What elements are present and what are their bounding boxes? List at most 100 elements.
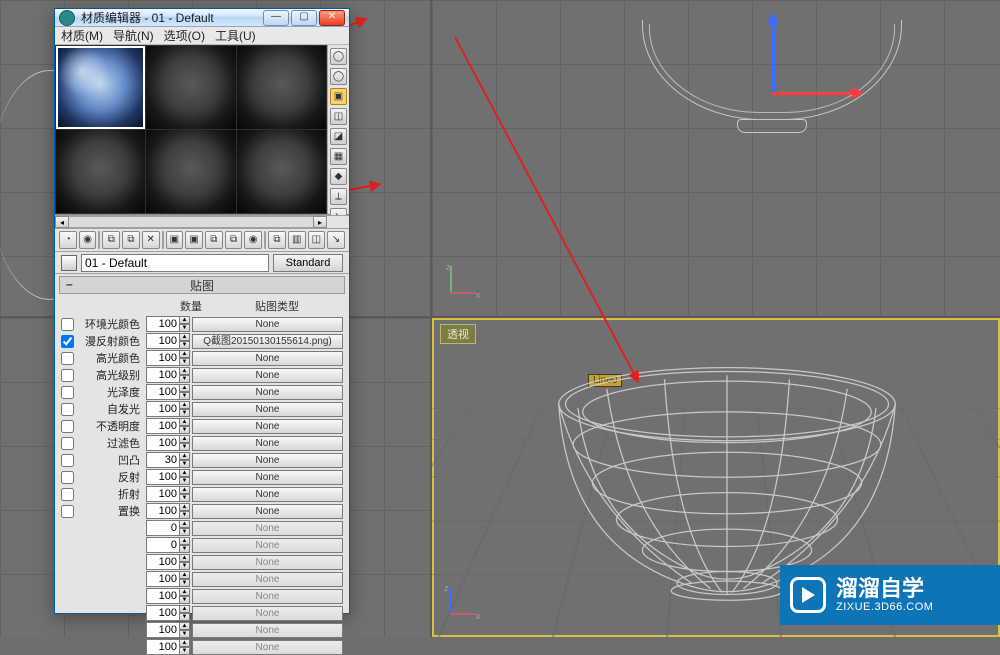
map-slot-button[interactable]: None xyxy=(192,385,343,400)
map-slot-button[interactable]: None xyxy=(192,470,343,485)
map-checkbox[interactable] xyxy=(61,318,74,331)
spin-down[interactable]: ▼ xyxy=(180,443,190,451)
spin-down[interactable]: ▼ xyxy=(180,596,190,604)
spin-up[interactable]: ▲ xyxy=(180,435,190,443)
map-amount-spinner[interactable]: ▲▼ xyxy=(146,435,190,451)
map-amount-input[interactable] xyxy=(146,367,180,383)
pick-material-icon[interactable] xyxy=(61,255,77,271)
map-amount-input[interactable] xyxy=(146,605,180,621)
spin-down[interactable]: ▼ xyxy=(180,562,190,570)
spin-down[interactable]: ▼ xyxy=(180,477,190,485)
spin-down[interactable]: ▼ xyxy=(180,358,190,366)
tool-button[interactable]: ⧉ xyxy=(268,231,286,249)
spin-up[interactable]: ▲ xyxy=(180,367,190,375)
scroll-right-button[interactable]: ▸ xyxy=(313,216,327,228)
scroll-left-button[interactable]: ◂ xyxy=(55,216,69,228)
tool-button[interactable]: ▥ xyxy=(288,231,306,249)
spin-up[interactable]: ▲ xyxy=(180,401,190,409)
map-amount-spinner[interactable]: ▲▼ xyxy=(146,639,190,655)
map-slot-button[interactable]: None xyxy=(192,436,343,451)
spin-up[interactable]: ▲ xyxy=(180,503,190,511)
tool-button[interactable]: ↘ xyxy=(327,231,345,249)
spin-down[interactable]: ▼ xyxy=(180,494,190,502)
map-slot-button[interactable]: None xyxy=(192,640,343,655)
spin-down[interactable]: ▼ xyxy=(180,392,190,400)
map-checkbox[interactable] xyxy=(61,369,74,382)
tool-button[interactable]: ▣ xyxy=(166,231,184,249)
tool-button[interactable]: ◉ xyxy=(244,231,262,249)
map-amount-input[interactable] xyxy=(146,316,180,332)
map-slot-button[interactable]: None xyxy=(192,606,343,621)
map-amount-input[interactable] xyxy=(146,520,180,536)
map-slot-button[interactable]: Q截图20150130155614.png) xyxy=(192,334,343,349)
map-amount-input[interactable] xyxy=(146,554,180,570)
maps-rollout-title[interactable]: 贴图 xyxy=(59,276,345,294)
map-amount-spinner[interactable]: ▲▼ xyxy=(146,588,190,604)
sample-slot[interactable] xyxy=(146,130,235,213)
spin-up[interactable]: ▲ xyxy=(180,622,190,630)
map-amount-spinner[interactable]: ▲▼ xyxy=(146,350,190,366)
spin-down[interactable]: ▼ xyxy=(180,528,190,536)
map-slot-button[interactable]: None xyxy=(192,419,343,434)
map-checkbox[interactable] xyxy=(61,403,74,416)
map-amount-spinner[interactable]: ▲▼ xyxy=(146,486,190,502)
map-slot-button[interactable]: None xyxy=(192,504,343,519)
side-button[interactable]: ▦ xyxy=(330,148,347,165)
map-amount-spinner[interactable]: ▲▼ xyxy=(146,605,190,621)
viewport-top-right[interactable]: z x xyxy=(432,0,1000,316)
map-amount-input[interactable] xyxy=(146,588,180,604)
side-button[interactable]: ⟂ xyxy=(330,188,347,205)
minimize-button[interactable]: — xyxy=(263,10,289,26)
map-amount-spinner[interactable]: ▲▼ xyxy=(146,316,190,332)
sample-slot[interactable] xyxy=(56,46,145,129)
map-slot-button[interactable]: None xyxy=(192,402,343,417)
map-slot-button[interactable]: None xyxy=(192,555,343,570)
side-button[interactable]: ▣ xyxy=(330,88,347,105)
spin-up[interactable]: ▲ xyxy=(180,486,190,494)
tool-button[interactable]: ✕ xyxy=(142,231,160,249)
map-amount-spinner[interactable]: ▲▼ xyxy=(146,401,190,417)
spin-down[interactable]: ▼ xyxy=(180,460,190,468)
map-amount-spinner[interactable]: ▲▼ xyxy=(146,418,190,434)
sample-slot[interactable] xyxy=(56,130,145,213)
spin-up[interactable]: ▲ xyxy=(180,571,190,579)
map-amount-input[interactable] xyxy=(146,537,180,553)
menu-material[interactable]: 材质(M) xyxy=(61,27,103,44)
map-slot-button[interactable]: None xyxy=(192,487,343,502)
map-amount-input[interactable] xyxy=(146,452,180,468)
spin-up[interactable]: ▲ xyxy=(180,452,190,460)
map-amount-spinner[interactable]: ▲▼ xyxy=(146,367,190,383)
map-amount-spinner[interactable]: ▲▼ xyxy=(146,503,190,519)
map-amount-input[interactable] xyxy=(146,622,180,638)
map-slot-button[interactable]: None xyxy=(192,453,343,468)
map-slot-button[interactable]: None xyxy=(192,572,343,587)
map-amount-input[interactable] xyxy=(146,503,180,519)
tool-button[interactable]: ⧉ xyxy=(205,231,223,249)
spin-up[interactable]: ▲ xyxy=(180,605,190,613)
menu-nav[interactable]: 导航(N) xyxy=(113,27,154,44)
map-slot-button[interactable]: None xyxy=(192,623,343,638)
map-checkbox[interactable] xyxy=(61,335,74,348)
spin-down[interactable]: ▼ xyxy=(180,324,190,332)
spin-down[interactable]: ▼ xyxy=(180,613,190,621)
sample-slot[interactable] xyxy=(237,130,326,213)
assign-material-button[interactable]: ⧉ xyxy=(102,231,120,249)
spin-down[interactable]: ▼ xyxy=(180,579,190,587)
map-amount-input[interactable] xyxy=(146,384,180,400)
map-amount-input[interactable] xyxy=(146,435,180,451)
maximize-button[interactable]: ▢ xyxy=(291,10,317,26)
tool-button[interactable]: ◔ xyxy=(59,231,77,249)
map-amount-input[interactable] xyxy=(146,418,180,434)
spin-up[interactable]: ▲ xyxy=(180,520,190,528)
spin-down[interactable]: ▼ xyxy=(180,375,190,383)
map-checkbox[interactable] xyxy=(61,420,74,433)
map-amount-input[interactable] xyxy=(146,333,180,349)
side-button[interactable]: ◪ xyxy=(330,128,347,145)
map-amount-input[interactable] xyxy=(146,469,180,485)
map-amount-input[interactable] xyxy=(146,350,180,366)
map-checkbox[interactable] xyxy=(61,437,74,450)
side-button[interactable]: ◯ xyxy=(330,48,347,65)
map-amount-spinner[interactable]: ▲▼ xyxy=(146,537,190,553)
spin-down[interactable]: ▼ xyxy=(180,647,190,655)
map-amount-spinner[interactable]: ▲▼ xyxy=(146,622,190,638)
